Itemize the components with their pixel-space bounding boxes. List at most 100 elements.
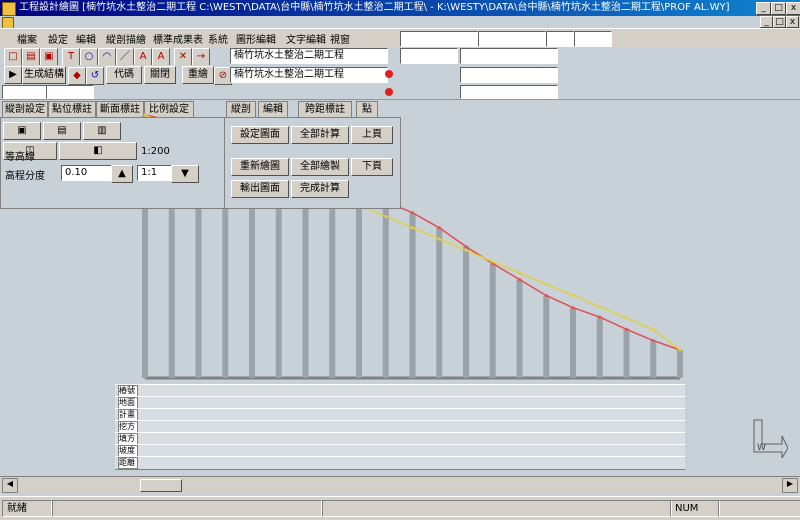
station-bar: [596, 317, 603, 378]
tool-arc-icon[interactable]: ◠: [98, 48, 116, 66]
tool-move-icon[interactable]: →: [192, 48, 210, 66]
station-bar: [570, 307, 576, 378]
save-icon[interactable]: ▣: [40, 48, 58, 66]
toolbar2-field[interactable]: [460, 67, 558, 83]
child-maximize-button[interactable]: □: [773, 16, 786, 28]
profile-point: [571, 306, 575, 310]
profile-point: [651, 327, 655, 331]
ratio-field[interactable]: 1:1: [137, 165, 175, 181]
all-calc-button[interactable]: 全部計算: [291, 126, 349, 144]
panel-icon-button-5[interactable]: ◧: [59, 142, 137, 160]
top-field-4[interactable]: [574, 31, 612, 47]
tool-text-icon[interactable]: A: [134, 48, 152, 66]
table-row: 距離: [115, 456, 685, 470]
minimize-button[interactable]: _: [756, 2, 771, 15]
profile-point: [437, 226, 441, 230]
tool-a-icon[interactable]: A: [152, 48, 170, 66]
station-bar: [329, 180, 336, 378]
output-button[interactable]: 輸出圖面: [231, 180, 289, 198]
ratio-dropdown[interactable]: ▼: [171, 165, 199, 183]
toolbar-field-b[interactable]: [460, 48, 558, 64]
close-tool-button[interactable]: 關閉: [144, 66, 176, 84]
code-button[interactable]: 代碼: [106, 66, 142, 84]
scroll-left-icon[interactable]: ◀: [2, 478, 18, 493]
coord-x-field[interactable]: [2, 85, 50, 99]
menu-settings[interactable]: 設定: [45, 30, 71, 47]
panel-icon-button-1[interactable]: ▣: [3, 122, 41, 140]
page-up-button[interactable]: 上頁: [351, 126, 393, 144]
tool-circle-icon[interactable]: ○: [80, 48, 98, 66]
profile-point: [437, 237, 441, 241]
menu-graphic-edit[interactable]: 圖形編輯: [233, 30, 279, 47]
status-mode: NUM: [670, 500, 720, 517]
panel-icon-button-2[interactable]: ▤: [43, 122, 81, 140]
profile-point: [518, 271, 521, 275]
menu-file[interactable]: 檔案: [14, 30, 40, 47]
profile-point: [464, 245, 468, 249]
project-name-field-2[interactable]: 楠竹坑水土整治二期工程: [230, 67, 388, 83]
page-down-button[interactable]: 下頁: [351, 158, 393, 176]
settings-panel: ▣ ▤ ▥ ◫ ◧ 高程分度 0.10 ▲ 1:1 ▼ 等高線 1:200: [0, 117, 226, 209]
close-button[interactable]: x: [786, 2, 800, 15]
coord-y-field[interactable]: [46, 85, 94, 99]
menu-profile[interactable]: 縱剖描繪: [103, 30, 149, 47]
toolbar-3: [0, 85, 800, 100]
profile-point: [651, 339, 655, 343]
title-bar: 工程設計繪圖 [楠竹坑水土整治二期工程 C:\WESTY\DATA\台中縣\楠竹…: [0, 0, 800, 16]
station-bar: [677, 350, 683, 378]
tab-profile-setting[interactable]: 縱剖設定: [2, 101, 48, 118]
top-field-2[interactable]: [478, 31, 546, 47]
window-title: 工程設計繪圖 [楠竹坑水土整治二期工程 C:\WESTY\DATA\台中縣\楠竹…: [19, 2, 730, 13]
child-minimize-button[interactable]: _: [760, 16, 773, 28]
tab-point-label[interactable]: 點位標註: [48, 101, 96, 118]
scroll-right-icon[interactable]: ▶: [782, 478, 798, 493]
menu-text-edit[interactable]: 文字編輯: [283, 30, 329, 47]
horizontal-scrollbar[interactable]: ◀ ▶: [0, 476, 800, 493]
status-extra: [718, 500, 800, 517]
scroll-thumb[interactable]: [140, 479, 182, 492]
toolbar-field-a[interactable]: [400, 48, 458, 64]
complete-button[interactable]: 完成計算: [291, 180, 349, 198]
profile-point: [598, 305, 602, 309]
generate-button[interactable]: 生成結構: [22, 66, 66, 84]
top-field-1[interactable]: [400, 31, 478, 47]
menu-edit[interactable]: 編輯: [73, 30, 99, 47]
tool-line-icon[interactable]: ／: [116, 48, 134, 66]
tool-delete-icon[interactable]: ✕: [174, 48, 192, 66]
marker-up-icon[interactable]: [385, 70, 393, 78]
open-icon[interactable]: ▤: [22, 48, 40, 66]
project-name-field[interactable]: 楠竹坑水土整治二期工程: [230, 48, 388, 64]
mdi-strip: _ □ x: [0, 16, 800, 29]
refresh-icon[interactable]: ↺: [86, 67, 104, 85]
new-icon[interactable]: □: [4, 48, 22, 66]
station-bar: [623, 329, 630, 378]
child-close-button[interactable]: x: [786, 16, 799, 28]
top-field-3[interactable]: [546, 31, 574, 47]
step-field[interactable]: 0.10: [61, 165, 115, 181]
play-button[interactable]: ▶: [4, 66, 22, 84]
station-bar: [382, 201, 389, 378]
lock-icon[interactable]: ◆: [68, 67, 86, 85]
scale-label: 高程分度: [5, 171, 45, 182]
marker-down-icon[interactable]: [385, 88, 393, 96]
setting-button[interactable]: 設定圖面: [231, 126, 289, 144]
menu-window[interactable]: 視窗: [327, 30, 353, 47]
menu-results[interactable]: 標準成果表: [150, 30, 206, 47]
menu-system[interactable]: 系統: [205, 30, 231, 47]
all-draw-button[interactable]: 全部繪製: [291, 158, 349, 176]
status-message: [322, 500, 672, 517]
profile-point: [411, 226, 414, 230]
profile-point: [598, 315, 602, 319]
panel-icon-button-3[interactable]: ▥: [83, 122, 121, 140]
toolbar3-field[interactable]: [460, 85, 558, 99]
redraw-panel-button[interactable]: 重新繪圖: [231, 158, 289, 176]
maximize-button[interactable]: □: [771, 2, 786, 15]
step-spinner[interactable]: ▲: [111, 165, 133, 183]
profile-point: [491, 260, 495, 264]
station-bar: [436, 227, 443, 378]
scale-value-label: 1:200: [141, 146, 170, 157]
tool-t-icon[interactable]: T: [62, 48, 80, 66]
action-panel: 設定圖面 全部計算 上頁 重新繪圖 全部繪製 下頁 輸出圖面 完成計算: [224, 117, 401, 209]
station-bar: [409, 212, 416, 378]
redraw-button[interactable]: 重繪: [182, 66, 214, 84]
